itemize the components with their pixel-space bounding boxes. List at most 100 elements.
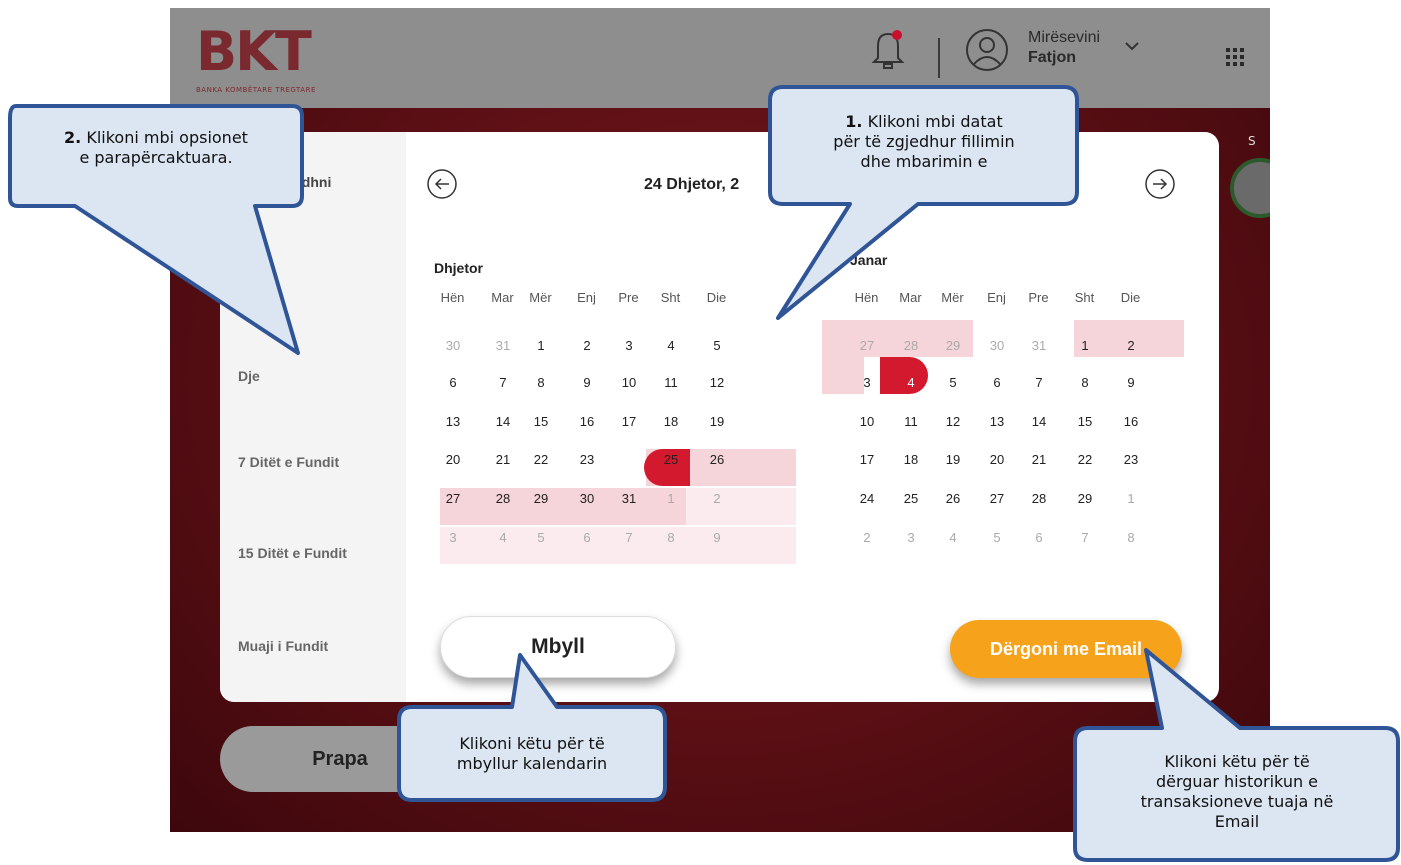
calendar-day[interactable]: 2 <box>568 327 606 364</box>
avatar-icon[interactable] <box>965 28 1009 72</box>
calendar-day[interactable]: 19 <box>698 403 736 440</box>
calendar-day[interactable]: 29 <box>1066 480 1104 517</box>
calendar-day[interactable]: 14 <box>1020 403 1058 440</box>
calendar-day[interactable]: 26 <box>934 480 972 517</box>
calendar-day[interactable]: 5 <box>934 364 972 401</box>
weekday-label: Mër <box>529 290 552 305</box>
callout-presets-line1: Klikoni mbi opsionet <box>81 128 248 147</box>
calendar-day[interactable]: 30 <box>978 327 1016 364</box>
calendar-day[interactable]: 10 <box>610 364 648 401</box>
calendar-day[interactable]: 7 <box>1066 519 1104 556</box>
calendar-day[interactable]: 4 <box>892 364 930 401</box>
calendar-day[interactable]: 3 <box>892 519 930 556</box>
calendar-day[interactable]: 6 <box>434 364 472 401</box>
notification-bell-icon[interactable] <box>870 28 906 72</box>
calendar-day[interactable]: 7 <box>484 364 522 401</box>
calendar-day[interactable]: 1 <box>1066 327 1104 364</box>
calendar-day[interactable]: 5 <box>522 519 560 556</box>
bank-app-window: BKT BANKA KOMBËTARE TREGTARE Mirësevini … <box>170 8 1270 832</box>
calendar-day[interactable]: 6 <box>978 364 1016 401</box>
range-title: 24 Dhjetor, 2 <box>644 176 740 193</box>
calendar-day[interactable]: 4 <box>652 327 690 364</box>
calendar-day[interactable]: 17 <box>848 441 886 478</box>
calendar-day[interactable]: 3 <box>610 327 648 364</box>
calendar-day[interactable]: 2 <box>698 480 736 517</box>
calendar-day[interactable]: 19 <box>934 441 972 478</box>
calendar-day[interactable]: 16 <box>1112 403 1150 440</box>
calendar-day[interactable]: 6 <box>1020 519 1058 556</box>
calendar-day[interactable]: 30 <box>434 327 472 364</box>
calendar-day[interactable]: 23 <box>568 441 606 478</box>
send-email-button[interactable]: Dërgoni me Email <box>950 620 1182 678</box>
calendar-day[interactable]: 8 <box>1112 519 1150 556</box>
calendar-day[interactable]: 8 <box>522 364 560 401</box>
calendar-day[interactable]: 12 <box>934 403 972 440</box>
calendar-day[interactable]: 2 <box>1112 327 1150 364</box>
calendar-day[interactable]: 31 <box>484 327 522 364</box>
calendar-day[interactable]: 18 <box>892 441 930 478</box>
calendar-day[interactable]: 24 <box>610 441 648 478</box>
calendar-day[interactable]: 12 <box>698 364 736 401</box>
calendar-day[interactable]: 9 <box>1112 364 1150 401</box>
calendar-day[interactable]: 9 <box>698 519 736 556</box>
close-button[interactable]: Mbyll <box>440 616 676 678</box>
calendar-day[interactable]: 8 <box>652 519 690 556</box>
calendar-day[interactable]: 1 <box>522 327 560 364</box>
calendar-day[interactable]: 22 <box>522 441 560 478</box>
calendar-day[interactable]: 14 <box>484 403 522 440</box>
arrow-right-icon[interactable] <box>1144 168 1176 200</box>
calendar-day[interactable]: 15 <box>1066 403 1104 440</box>
calendar-day[interactable]: 7 <box>1020 364 1058 401</box>
calendar-day[interactable]: 5 <box>978 519 1016 556</box>
calendar-day[interactable]: 3 <box>434 519 472 556</box>
calendar-day[interactable]: 31 <box>610 480 648 517</box>
calendar-day[interactable]: 4 <box>484 519 522 556</box>
calendar-day[interactable]: 9 <box>568 364 606 401</box>
calendar-day[interactable]: 21 <box>484 441 522 478</box>
preset-last-15-days[interactable]: 15 Ditët e Fundit <box>238 545 347 561</box>
calendar-day[interactable]: 16 <box>568 403 606 440</box>
calendar-day[interactable]: 2 <box>848 519 886 556</box>
preset-last-month[interactable]: Muaji i Fundit <box>238 638 328 654</box>
calendar-day[interactable]: 11 <box>892 403 930 440</box>
calendar-day[interactable]: 6 <box>568 519 606 556</box>
apps-grid-icon[interactable] <box>1226 48 1244 66</box>
calendar-day[interactable]: 3 <box>848 364 886 401</box>
calendar-day[interactable]: 13 <box>978 403 1016 440</box>
calendar-day[interactable]: 20 <box>434 441 472 478</box>
calendar-day[interactable]: 31 <box>1020 327 1058 364</box>
calendar-day[interactable]: 27 <box>848 327 886 364</box>
calendar-day[interactable]: 22 <box>1066 441 1104 478</box>
calendar-day[interactable]: 7 <box>610 519 648 556</box>
calendar-day[interactable]: 24 <box>848 480 886 517</box>
calendar-day[interactable]: 27 <box>434 480 472 517</box>
calendar-day[interactable]: 30 <box>568 480 606 517</box>
calendar-day[interactable]: 10 <box>848 403 886 440</box>
calendar-day[interactable]: 20 <box>978 441 1016 478</box>
calendar-day[interactable]: 29 <box>934 327 972 364</box>
calendar-day[interactable]: 25 <box>652 441 690 478</box>
calendar-day[interactable]: 1 <box>652 480 690 517</box>
calendar-day[interactable]: 5 <box>698 327 736 364</box>
calendar-day[interactable]: 21 <box>1020 441 1058 478</box>
chevron-down-icon[interactable] <box>1122 38 1142 52</box>
calendar-day[interactable]: 18 <box>652 403 690 440</box>
arrow-left-icon[interactable] <box>426 168 458 200</box>
calendar-day[interactable]: 4 <box>934 519 972 556</box>
calendar-day[interactable]: 29 <box>522 480 560 517</box>
calendar-day[interactable]: 28 <box>892 327 930 364</box>
calendar-day[interactable]: 26 <box>698 441 736 478</box>
calendar-day[interactable]: 27 <box>978 480 1016 517</box>
calendar-day[interactable]: 23 <box>1112 441 1150 478</box>
preset-yesterday[interactable]: Dje <box>238 368 260 384</box>
calendar-day[interactable]: 17 <box>610 403 648 440</box>
calendar-day[interactable]: 25 <box>892 480 930 517</box>
preset-last-7-days[interactable]: 7 Ditët e Fundit <box>238 454 339 470</box>
calendar-day[interactable]: 13 <box>434 403 472 440</box>
calendar-day[interactable]: 8 <box>1066 364 1104 401</box>
calendar-day[interactable]: 1 <box>1112 480 1150 517</box>
calendar-day[interactable]: 28 <box>484 480 522 517</box>
calendar-day[interactable]: 15 <box>522 403 560 440</box>
calendar-day[interactable]: 11 <box>652 364 690 401</box>
calendar-day[interactable]: 28 <box>1020 480 1058 517</box>
